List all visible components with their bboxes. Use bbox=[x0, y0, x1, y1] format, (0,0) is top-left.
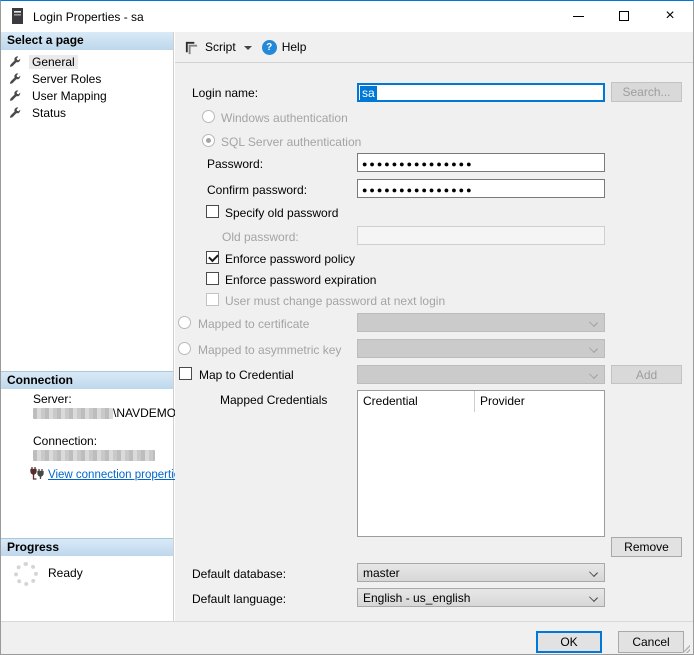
server-value: \NAVDEMO bbox=[33, 406, 176, 420]
sql-auth-radio bbox=[202, 134, 215, 147]
default-database-label: Default database: bbox=[192, 567, 286, 581]
script-icon bbox=[184, 40, 199, 55]
mapped-certificate-radio bbox=[178, 316, 191, 329]
specify-old-password-checkbox[interactable] bbox=[206, 205, 219, 218]
map-credential-label: Map to Credential bbox=[199, 368, 294, 382]
window-title: Login Properties - sa bbox=[33, 10, 144, 24]
wrench-icon bbox=[9, 107, 22, 120]
remove-button[interactable]: Remove bbox=[611, 537, 682, 557]
credential-combo bbox=[357, 365, 605, 384]
password-label: Password: bbox=[207, 157, 263, 171]
chevron-down-icon bbox=[589, 568, 598, 577]
password-dots: ●●●●●●●●●●●●●●● bbox=[358, 154, 604, 169]
column-header-credential: Credential bbox=[358, 391, 475, 412]
mapped-certificate-label: Mapped to certificate bbox=[198, 317, 309, 331]
view-connection-properties-link[interactable]: View connection properties bbox=[48, 469, 186, 481]
default-language-value: English - us_english bbox=[363, 591, 470, 605]
sidebar-item-label: General bbox=[29, 55, 78, 69]
login-name-input[interactable]: sa bbox=[357, 83, 605, 102]
wrench-icon bbox=[9, 90, 22, 103]
maximize-button[interactable] bbox=[601, 1, 647, 31]
progress-status: Ready bbox=[48, 566, 83, 580]
chevron-down-icon bbox=[589, 318, 598, 327]
certificate-combo bbox=[357, 313, 605, 332]
footer-bar: OK Cancel bbox=[1, 621, 693, 655]
close-icon: × bbox=[665, 8, 674, 24]
login-name-label: Login name: bbox=[192, 86, 258, 100]
old-password-input bbox=[357, 226, 605, 245]
mapped-asymmetric-label: Mapped to asymmetric key bbox=[198, 343, 341, 357]
toolbar: Script ? Help bbox=[175, 32, 693, 63]
enforce-policy-label: Enforce password policy bbox=[225, 252, 355, 266]
connection-value bbox=[33, 448, 155, 462]
login-name-selected-text: sa bbox=[360, 86, 377, 100]
cancel-button[interactable]: Cancel bbox=[618, 631, 684, 653]
sidebar-item-server-roles[interactable]: Server Roles bbox=[9, 71, 173, 87]
minimize-icon bbox=[573, 16, 584, 17]
default-language-label: Default language: bbox=[192, 592, 286, 606]
password-input[interactable]: ●●●●●●●●●●●●●●● bbox=[357, 153, 605, 172]
progress-header: Progress bbox=[1, 538, 173, 556]
sidebar-item-label: Server Roles bbox=[29, 72, 104, 86]
must-change-password-checkbox bbox=[206, 293, 219, 306]
app-icon bbox=[11, 8, 24, 25]
mapped-credentials-label: Mapped Credentials bbox=[220, 393, 327, 407]
map-credential-checkbox[interactable] bbox=[179, 367, 192, 380]
old-password-label: Old password: bbox=[222, 230, 299, 244]
table-header-row: Credential Provider bbox=[358, 391, 604, 412]
windows-auth-radio bbox=[202, 110, 215, 123]
add-button: Add bbox=[611, 365, 682, 384]
sidebar-item-status[interactable]: Status bbox=[9, 105, 173, 121]
wrench-icon bbox=[9, 56, 22, 69]
search-button: Search... bbox=[611, 82, 682, 102]
connection-header: Connection bbox=[1, 371, 173, 389]
script-button[interactable]: Script bbox=[205, 40, 236, 54]
redacted-server-name bbox=[33, 408, 113, 419]
default-database-combo[interactable]: master bbox=[357, 563, 605, 582]
minimize-button[interactable] bbox=[555, 1, 601, 31]
default-database-value: master bbox=[363, 566, 400, 580]
chevron-down-icon bbox=[589, 344, 598, 353]
enforce-policy-checkbox[interactable] bbox=[206, 251, 219, 264]
confirm-password-dots: ●●●●●●●●●●●●●●● bbox=[358, 180, 604, 195]
confirm-password-label: Confirm password: bbox=[207, 183, 307, 197]
help-button[interactable]: Help bbox=[282, 40, 307, 54]
title-bar[interactable]: Login Properties - sa × bbox=[1, 1, 693, 32]
sidebar-item-label: User Mapping bbox=[29, 89, 110, 103]
ok-button[interactable]: OK bbox=[536, 631, 602, 653]
progress-spinner-icon bbox=[14, 562, 38, 586]
sidebar-item-user-mapping[interactable]: User Mapping bbox=[9, 88, 173, 104]
chevron-down-icon bbox=[589, 370, 598, 379]
sql-auth-label: SQL Server authentication bbox=[221, 135, 361, 149]
asymmetric-key-combo bbox=[357, 339, 605, 358]
connection-properties-icon bbox=[29, 467, 45, 481]
select-a-page-header: Select a page bbox=[1, 32, 173, 50]
default-language-combo[interactable]: English - us_english bbox=[357, 588, 605, 607]
mapped-credentials-table[interactable]: Credential Provider bbox=[357, 390, 605, 537]
server-label: Server: bbox=[33, 392, 72, 406]
wrench-icon bbox=[9, 73, 22, 86]
column-header-provider: Provider bbox=[475, 391, 525, 412]
mapped-asymmetric-radio bbox=[178, 342, 191, 355]
redacted-connection-name bbox=[33, 450, 155, 461]
windows-auth-label: Windows authentication bbox=[221, 111, 348, 125]
sidebar-item-label: Status bbox=[29, 106, 69, 120]
login-properties-dialog: Login Properties - sa × Select a page Ge… bbox=[0, 0, 694, 655]
enforce-expiration-checkbox[interactable] bbox=[206, 272, 219, 285]
enforce-expiration-label: Enforce password expiration bbox=[225, 273, 376, 287]
chevron-down-icon bbox=[589, 593, 598, 602]
close-button[interactable]: × bbox=[647, 1, 693, 31]
specify-old-password-label: Specify old password bbox=[225, 206, 338, 220]
script-dropdown-icon[interactable] bbox=[244, 46, 252, 50]
must-change-password-label: User must change password at next login bbox=[225, 294, 445, 308]
resize-grip[interactable] bbox=[682, 645, 690, 653]
sidebar: Select a page General Server Roles User … bbox=[1, 32, 174, 621]
connection-label: Connection: bbox=[33, 434, 97, 448]
help-icon: ? bbox=[262, 40, 277, 55]
sidebar-item-general[interactable]: General bbox=[9, 54, 173, 70]
maximize-icon bbox=[619, 11, 629, 21]
confirm-password-input[interactable]: ●●●●●●●●●●●●●●● bbox=[357, 179, 605, 198]
